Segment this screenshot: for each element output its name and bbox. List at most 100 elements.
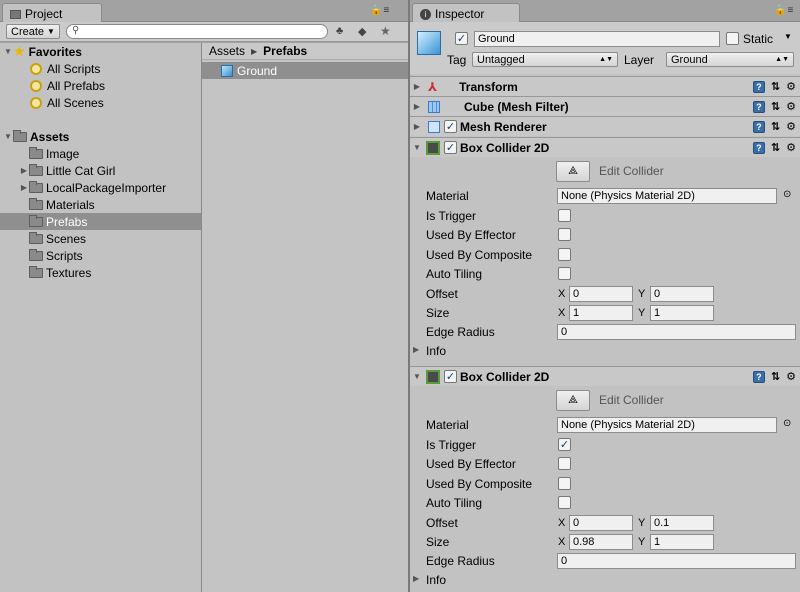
edit-collider-button[interactable]: ⟁ bbox=[556, 390, 590, 411]
asset-folder-item[interactable]: ▶ LocalPackageImporter bbox=[0, 179, 201, 196]
used-by-effector-checkbox[interactable] bbox=[558, 457, 571, 470]
component-header[interactable]: ▼ ✓ Box Collider 2D? ⇅ ⚙ bbox=[410, 366, 800, 386]
asset-folder-item[interactable]: Image bbox=[0, 145, 201, 162]
settings-sliders-icon[interactable]: ⇅ bbox=[771, 120, 780, 133]
tag-dropdown[interactable]: Untagged ▲▼ bbox=[472, 52, 618, 67]
gear-icon[interactable]: ⚙ bbox=[786, 370, 796, 383]
material-field[interactable]: None (Physics Material 2D) bbox=[557, 188, 777, 204]
project-tabbar: Project 🔒≡ bbox=[0, 0, 408, 22]
help-icon[interactable]: ? bbox=[752, 370, 765, 383]
asset-folder-item[interactable]: ▶ Little Cat Girl bbox=[0, 162, 201, 179]
edge-radius-field[interactable]: 0 bbox=[557, 553, 796, 569]
breadcrumb-current[interactable]: Prefabs bbox=[263, 44, 307, 58]
favorites-header[interactable]: ▼ ★ Favorites bbox=[0, 43, 201, 60]
auto-tiling-checkbox[interactable] bbox=[558, 267, 571, 280]
help-icon[interactable]: ? bbox=[752, 100, 765, 113]
static-checkbox[interactable] bbox=[726, 32, 739, 45]
offset-x-field[interactable]: 0 bbox=[569, 286, 633, 302]
edit-collider-label: Edit Collider bbox=[599, 164, 664, 178]
breadcrumb-root[interactable]: Assets bbox=[209, 44, 245, 58]
component-mesh-filter[interactable]: ▶ Cube (Mesh Filter) ? ⇅ ⚙ bbox=[410, 96, 800, 116]
assets-header[interactable]: ▼ Assets bbox=[0, 128, 201, 145]
object-picker-icon[interactable]: ⊙ bbox=[783, 418, 791, 429]
enabled-checkbox[interactable]: ✓ bbox=[444, 120, 457, 133]
material-field[interactable]: None (Physics Material 2D) bbox=[557, 417, 777, 433]
file-item[interactable]: Ground bbox=[202, 62, 408, 79]
lock-icon[interactable]: 🔒≡ bbox=[370, 5, 390, 16]
size-y-field[interactable]: 1 bbox=[650, 534, 714, 550]
layer-dropdown[interactable]: Ground ▲▼ bbox=[666, 52, 794, 67]
gear-icon[interactable]: ⚙ bbox=[786, 120, 796, 133]
filter-by-label-icon[interactable]: ◆ bbox=[358, 25, 366, 38]
edge-radius-field[interactable]: 0 bbox=[557, 324, 796, 340]
edit-collider-button[interactable]: ⟁ bbox=[556, 161, 590, 182]
used-by-composite-checkbox[interactable] bbox=[558, 248, 571, 261]
is-trigger-checkbox[interactable] bbox=[558, 209, 571, 222]
expand-arrow-icon[interactable]: ▶ bbox=[19, 166, 29, 175]
filter-by-type-icon[interactable]: ♣ bbox=[336, 25, 343, 37]
used-by-effector-checkbox[interactable] bbox=[558, 228, 571, 241]
settings-sliders-icon[interactable]: ⇅ bbox=[771, 141, 780, 154]
size-x-value: 0.98 bbox=[573, 536, 595, 548]
object-name-field[interactable]: Ground bbox=[474, 31, 720, 47]
offset-y-field[interactable]: 0.1 bbox=[650, 515, 714, 531]
folder-icon bbox=[10, 9, 21, 19]
info-expand-arrow-icon[interactable]: ▶ bbox=[413, 345, 419, 354]
favorite-item[interactable]: All Scripts bbox=[0, 60, 201, 77]
folder-icon bbox=[29, 265, 43, 278]
settings-sliders-icon[interactable]: ⇅ bbox=[771, 80, 780, 93]
asset-folder-item[interactable]: Scripts bbox=[0, 247, 201, 264]
info-foldout-label[interactable]: Info bbox=[426, 344, 446, 358]
search-input[interactable]: ⚲ bbox=[66, 24, 328, 39]
object-picker-icon[interactable]: ⊙ bbox=[783, 189, 791, 200]
project-tab[interactable]: Project bbox=[2, 3, 102, 22]
is-trigger-checkbox[interactable]: ✓ bbox=[558, 438, 571, 451]
used-by-composite-checkbox[interactable] bbox=[558, 477, 571, 490]
info-foldout-label[interactable]: Info bbox=[426, 573, 446, 587]
help-icon[interactable]: ? bbox=[752, 141, 765, 154]
gear-icon[interactable]: ⚙ bbox=[786, 80, 796, 93]
info-expand-arrow-icon[interactable]: ▶ bbox=[413, 574, 419, 583]
size-x-field[interactable]: 1 bbox=[569, 305, 633, 321]
settings-sliders-icon[interactable]: ⇅ bbox=[771, 100, 780, 113]
component-mesh-renderer[interactable]: ▶ ✓ Mesh Renderer ? ⇅ ⚙ bbox=[410, 116, 800, 136]
size-x-field[interactable]: 0.98 bbox=[569, 534, 633, 550]
static-label: Static bbox=[743, 32, 774, 46]
collapse-arrow-icon[interactable]: ▶ bbox=[412, 82, 422, 91]
help-icon[interactable]: ? bbox=[752, 120, 765, 133]
offset-y-field[interactable]: 0 bbox=[650, 286, 714, 302]
asset-folder-item[interactable]: Textures bbox=[0, 264, 201, 281]
gear-icon[interactable]: ⚙ bbox=[786, 141, 796, 154]
auto-tiling-checkbox[interactable] bbox=[558, 496, 571, 509]
enabled-checkbox[interactable]: ✓ bbox=[444, 370, 457, 383]
static-dropdown-arrow-icon[interactable]: ▼ bbox=[784, 32, 792, 41]
expand-arrow-icon[interactable]: ▼ bbox=[412, 372, 422, 381]
component-header[interactable]: ▼ ✓ Box Collider 2D? ⇅ ⚙ bbox=[410, 137, 800, 157]
asset-folder-item[interactable]: Prefabs bbox=[0, 213, 201, 230]
component-transform[interactable]: ▶ ⅄ Transform ? ⇅ ⚙ bbox=[410, 76, 800, 96]
settings-sliders-icon[interactable]: ⇅ bbox=[771, 370, 780, 383]
favorite-item[interactable]: All Scenes bbox=[0, 94, 201, 111]
size-y-field[interactable]: 1 bbox=[650, 305, 714, 321]
offset-x-field[interactable]: 0 bbox=[569, 515, 633, 531]
expand-arrow-icon[interactable]: ▼ bbox=[3, 132, 13, 141]
enabled-checkbox[interactable]: ✓ bbox=[444, 141, 457, 154]
expand-arrow-icon[interactable]: ▼ bbox=[412, 143, 422, 152]
expand-arrow-icon[interactable]: ▼ bbox=[3, 47, 13, 56]
create-button[interactable]: Create ▼ bbox=[6, 24, 60, 39]
edge-radius-label: Edge Radius bbox=[426, 325, 495, 339]
asset-folder-item[interactable]: Materials bbox=[0, 196, 201, 213]
favorites-star-icon[interactable]: ★ bbox=[380, 24, 391, 38]
expand-arrow-icon[interactable]: ▶ bbox=[19, 183, 29, 192]
active-checkbox[interactable]: ✓ bbox=[455, 32, 468, 45]
collapse-arrow-icon[interactable]: ▶ bbox=[412, 102, 422, 111]
gear-icon[interactable]: ⚙ bbox=[786, 100, 796, 113]
favorite-item[interactable]: All Prefabs bbox=[0, 77, 201, 94]
asset-folder-item[interactable]: Scenes bbox=[0, 230, 201, 247]
help-icon[interactable]: ? bbox=[752, 80, 765, 93]
lock-icon[interactable]: 🔒≡ bbox=[774, 5, 794, 16]
collapse-arrow-icon[interactable]: ▶ bbox=[412, 122, 422, 131]
component-title: Cube (Mesh Filter) bbox=[464, 99, 569, 114]
inspector-tab[interactable]: i Inspector bbox=[412, 3, 520, 22]
search-filter-icon bbox=[30, 62, 42, 75]
